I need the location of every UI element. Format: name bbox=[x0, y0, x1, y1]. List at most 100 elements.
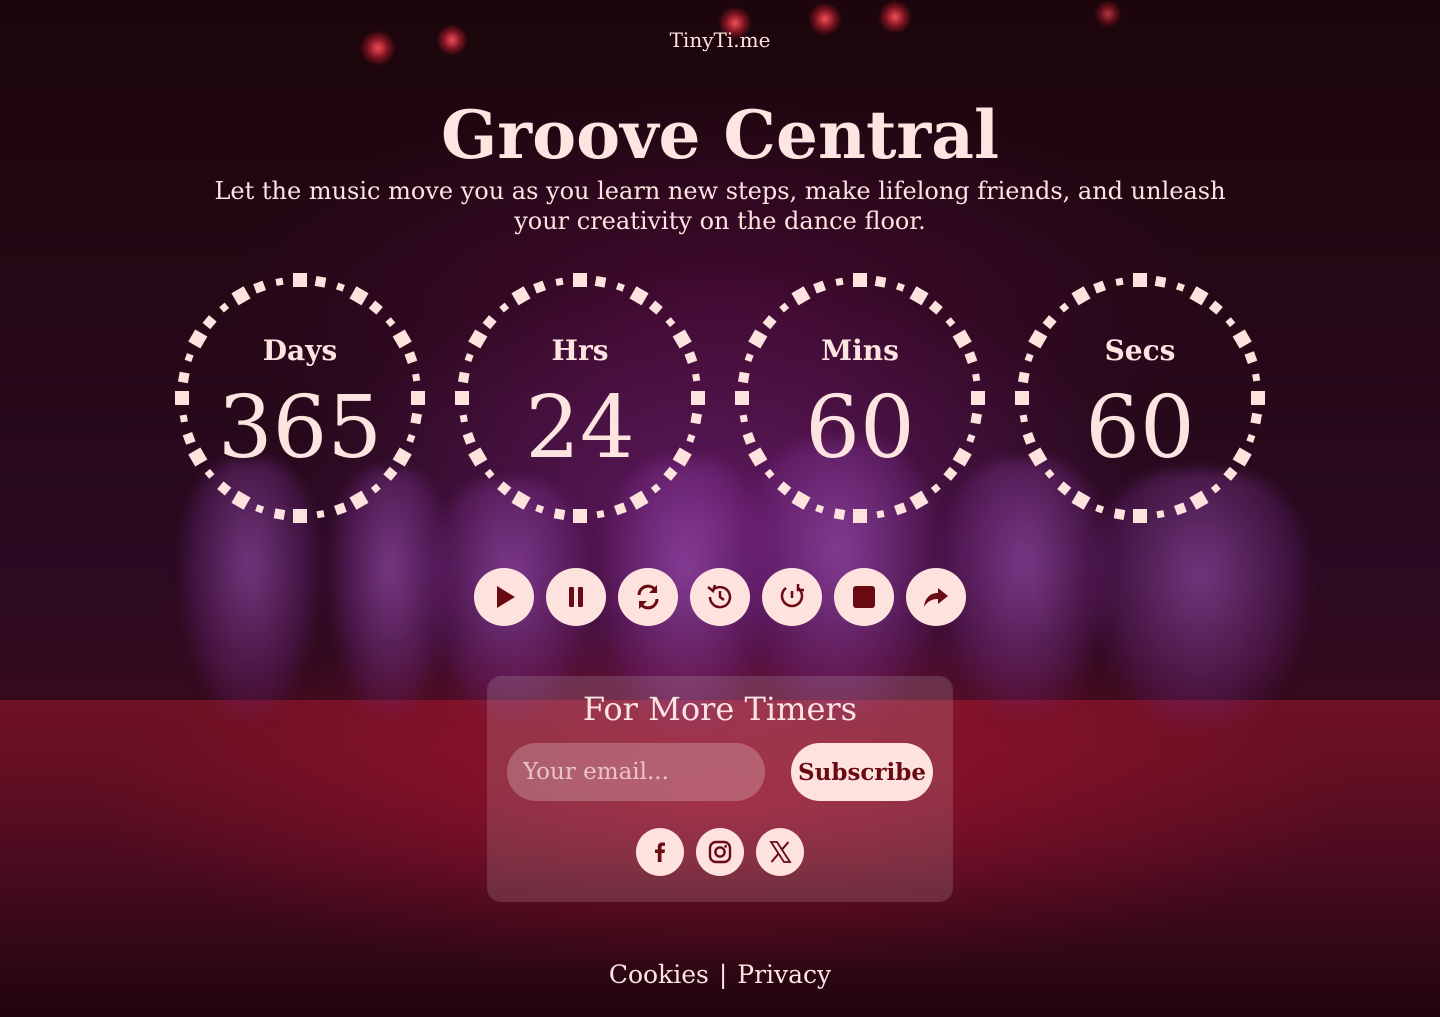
clock-reset-icon bbox=[780, 584, 804, 608]
ring-dot bbox=[535, 504, 545, 514]
stop-button[interactable] bbox=[834, 568, 894, 626]
ring-dot bbox=[1175, 282, 1185, 292]
page-title: Groove Central bbox=[440, 96, 1000, 174]
ring-dot bbox=[853, 273, 867, 287]
subscribe-button[interactable]: Subscribe bbox=[791, 743, 933, 801]
ring-dot bbox=[930, 483, 941, 494]
play-button[interactable] bbox=[474, 568, 534, 626]
countdown-value: 60 bbox=[805, 378, 915, 478]
ring-dot bbox=[596, 510, 605, 519]
ring-dot bbox=[511, 286, 531, 306]
subscribe-panel: For More Timers Subscribe bbox=[487, 676, 953, 902]
instagram-link[interactable] bbox=[696, 828, 744, 876]
ring-dot bbox=[853, 509, 867, 523]
timer-controls bbox=[474, 568, 966, 626]
ring-dot bbox=[1133, 273, 1147, 287]
cookies-link[interactable]: Cookies bbox=[609, 960, 709, 989]
pause-button[interactable] bbox=[546, 568, 606, 626]
countdown-value: 365 bbox=[217, 378, 383, 478]
ring-dot bbox=[629, 286, 649, 306]
play-icon bbox=[497, 586, 515, 608]
ring-dot bbox=[499, 302, 510, 313]
facebook-link[interactable] bbox=[636, 828, 684, 876]
share-icon bbox=[924, 588, 948, 607]
ring-dot bbox=[293, 509, 307, 523]
instagram-icon bbox=[708, 840, 732, 864]
ring-dot bbox=[1115, 277, 1124, 286]
ring-dot bbox=[349, 286, 369, 306]
ring-dot bbox=[1059, 302, 1070, 313]
history-icon bbox=[707, 584, 732, 609]
ring-dot bbox=[815, 504, 825, 514]
countdown-label: Mins bbox=[821, 334, 899, 367]
ring-dot bbox=[1208, 300, 1223, 315]
ring-dot bbox=[511, 490, 531, 510]
restart-button[interactable] bbox=[618, 568, 678, 626]
ring-dot bbox=[1173, 502, 1187, 516]
ring-dot bbox=[928, 300, 943, 315]
ring-dot bbox=[909, 490, 929, 510]
refresh-icon bbox=[637, 584, 659, 610]
ring-dot bbox=[1095, 504, 1105, 514]
privacy-link[interactable]: Privacy bbox=[737, 960, 831, 989]
ring-dot bbox=[202, 315, 217, 330]
ring-dot bbox=[370, 483, 381, 494]
x-icon bbox=[769, 841, 792, 863]
ring-dot bbox=[573, 509, 587, 523]
ring-dot bbox=[1189, 490, 1209, 510]
facebook-icon bbox=[655, 842, 665, 862]
ring-dot bbox=[1113, 508, 1126, 520]
countdown-minutes: Mins 60 bbox=[732, 270, 988, 526]
ring-dot bbox=[385, 317, 396, 328]
ring-dot bbox=[665, 317, 676, 328]
ring-dot bbox=[349, 490, 369, 510]
ring-dot bbox=[1154, 276, 1167, 288]
ring-dot bbox=[368, 300, 383, 315]
social-links bbox=[636, 828, 804, 876]
ring-dot bbox=[573, 273, 587, 287]
ring-dot bbox=[273, 508, 286, 520]
countdown-days: Days 365 bbox=[172, 270, 428, 526]
stop-icon bbox=[853, 586, 875, 608]
ring-dot bbox=[293, 273, 307, 287]
ring-dot bbox=[314, 276, 327, 288]
ring-dot bbox=[813, 280, 827, 294]
ring-dot bbox=[594, 276, 607, 288]
ring-dot bbox=[1133, 509, 1147, 523]
page-subtitle: Let the music move you as you learn new … bbox=[214, 177, 1226, 235]
ring-dot bbox=[482, 315, 497, 330]
ring-dot bbox=[629, 490, 649, 510]
footer: Cookies | Privacy bbox=[0, 960, 1440, 989]
brand-logo[interactable]: TinyTi.me bbox=[0, 28, 1440, 52]
countdown-label: Secs bbox=[1104, 334, 1176, 367]
share-button[interactable] bbox=[906, 568, 966, 626]
ring-dot bbox=[874, 276, 887, 288]
countdown-value: 24 bbox=[525, 378, 635, 478]
ring-dot bbox=[1071, 490, 1091, 510]
email-input[interactable] bbox=[507, 743, 765, 801]
footer-separator: | bbox=[718, 960, 728, 989]
ring-dot bbox=[777, 481, 792, 496]
ring-dot bbox=[613, 502, 627, 516]
ring-dot bbox=[1057, 481, 1072, 496]
ring-dot bbox=[255, 504, 265, 514]
pause-icon bbox=[569, 587, 583, 607]
ring-dot bbox=[1225, 317, 1236, 328]
x-link[interactable] bbox=[756, 828, 804, 876]
ring-dot bbox=[1156, 510, 1165, 519]
ring-dot bbox=[791, 490, 811, 510]
ring-dot bbox=[1042, 315, 1057, 330]
ring-dot bbox=[1210, 483, 1221, 494]
stage-light bbox=[1094, 0, 1122, 28]
ring-dot bbox=[553, 508, 566, 520]
ring-dot bbox=[835, 277, 844, 286]
history-button[interactable] bbox=[690, 568, 750, 626]
ring-dot bbox=[533, 280, 547, 294]
reset-button[interactable] bbox=[762, 568, 822, 626]
ring-dot bbox=[779, 302, 790, 313]
ring-dot bbox=[893, 502, 907, 516]
ring-dot bbox=[615, 282, 625, 292]
ring-dot bbox=[333, 502, 347, 516]
countdown-label: Hrs bbox=[551, 334, 609, 367]
ring-dot bbox=[253, 280, 267, 294]
